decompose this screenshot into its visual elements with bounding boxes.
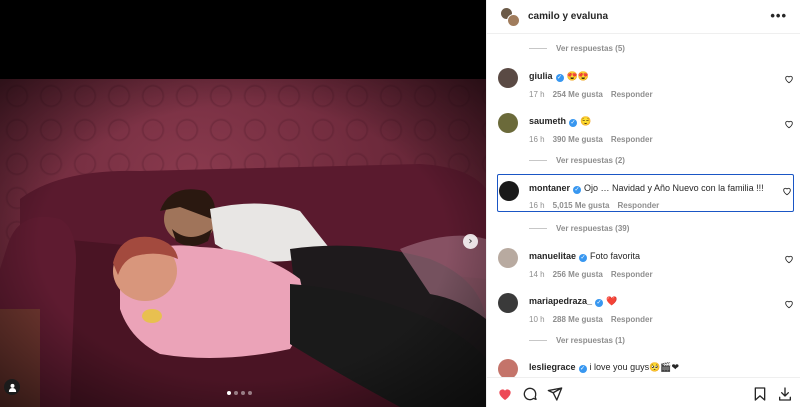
comment-text: Foto favorita <box>590 251 641 261</box>
comments-list: Ver respuestas (5) giulia ✓ 😍😍 17 h 254 Me … <box>487 35 800 377</box>
comment-username[interactable]: giulia <box>529 71 553 81</box>
comment-time: 10 h <box>529 315 545 324</box>
comment-text: 😌 <box>580 116 592 126</box>
comment-text: 😍😍 <box>566 71 589 81</box>
view-replies-label[interactable]: Ver respuestas (1) <box>556 336 625 345</box>
post-photo[interactable] <box>0 79 486 407</box>
reply-button[interactable]: Responder <box>618 201 660 210</box>
comment-item: mariapedraza_ ✓ ❤️ 10 h 288 Me gusta Respond… <box>498 293 794 327</box>
comment-username[interactable]: montaner <box>529 183 570 193</box>
avatar[interactable] <box>498 68 518 88</box>
comment-likes[interactable]: 288 Me gusta <box>553 315 603 324</box>
verified-icon: ✓ <box>569 119 578 127</box>
verified-icon: ✓ <box>573 186 582 194</box>
comment-username[interactable]: mariapedraza_ <box>529 296 592 306</box>
comment-item-highlighted: montaner ✓ Ojo … Navidad y Año Nuevo con l… <box>497 174 794 212</box>
comment-time: 17 h <box>529 90 545 99</box>
avatar[interactable] <box>498 359 518 377</box>
view-replies-button[interactable]: Ver respuestas (1) <box>529 336 625 345</box>
comment-likes[interactable]: 5,015 Me gusta <box>553 201 610 210</box>
comment-item: saumeth ✓ 😌 16 h 390 Me gusta Responder <box>498 113 794 147</box>
avatar[interactable] <box>498 293 518 313</box>
view-replies-button[interactable]: Ver respuestas (5) <box>529 44 625 53</box>
download-icon[interactable] <box>777 386 793 402</box>
comment-time: 14 h <box>529 270 545 279</box>
heart-outline-icon[interactable] <box>784 254 794 264</box>
comment-likes[interactable]: 390 Me gusta <box>553 135 603 144</box>
comment-text: ❤️ <box>606 296 618 306</box>
comment-time: 16 h <box>529 135 545 144</box>
post-header: camilo y evaluna ••• <box>487 0 800 34</box>
view-replies-button[interactable]: Ver respuestas (39) <box>529 224 629 233</box>
comment-text: Ojo … Navidad y Año Nuevo con la familia… <box>584 183 764 193</box>
author-avatar[interactable] <box>500 6 520 27</box>
verified-icon: ✓ <box>579 254 588 262</box>
carousel-dot <box>248 391 252 395</box>
carousel-dot <box>234 391 238 395</box>
comment-bubble-icon[interactable] <box>522 386 538 402</box>
action-bar <box>487 377 800 407</box>
comment-item: manuelitae ✓ Foto favorita 14 h 256 Me gust… <box>498 248 794 282</box>
heart-outline-icon[interactable] <box>784 74 794 84</box>
carousel-dots <box>227 391 252 395</box>
verified-icon: ✓ <box>555 74 564 82</box>
reply-button[interactable]: Responder <box>611 135 653 144</box>
comment-text: i love you guys🥺🎬❤ <box>589 362 680 372</box>
reply-button[interactable]: Responder <box>611 90 653 99</box>
comment-likes[interactable]: 254 Me gusta <box>553 90 603 99</box>
comment-username[interactable]: manuelitae <box>529 251 576 261</box>
comment-time: 16 h <box>529 201 545 210</box>
comment-username[interactable]: saumeth <box>529 116 566 126</box>
heart-filled-icon[interactable] <box>497 386 513 402</box>
chevron-right-icon: › <box>468 236 473 247</box>
carousel-dot-active <box>227 391 231 395</box>
tagged-users-button[interactable] <box>4 379 20 395</box>
heart-outline-icon[interactable] <box>784 119 794 129</box>
verified-icon: ✓ <box>595 299 604 307</box>
reply-button[interactable]: Responder <box>611 315 653 324</box>
next-image-button[interactable]: › <box>463 234 478 249</box>
heart-outline-icon[interactable] <box>782 186 792 196</box>
avatar[interactable] <box>498 113 518 133</box>
carousel-dot <box>241 391 245 395</box>
comment-item: giulia ✓ 😍😍 17 h 254 Me gusta Responder <box>498 68 794 102</box>
ellipsis-icon[interactable]: ••• <box>770 8 787 23</box>
user-tag-icon <box>8 383 16 392</box>
bookmark-icon[interactable] <box>752 386 768 402</box>
view-replies-label[interactable]: Ver respuestas (39) <box>556 224 629 233</box>
paper-plane-icon[interactable] <box>547 386 563 402</box>
reply-button[interactable]: Responder <box>611 270 653 279</box>
view-replies-label[interactable]: Ver respuestas (5) <box>556 44 625 53</box>
view-replies-button[interactable]: Ver respuestas (2) <box>529 156 625 165</box>
comment-likes[interactable]: 256 Me gusta <box>553 270 603 279</box>
avatar[interactable] <box>499 181 519 201</box>
author-username[interactable]: camilo y evaluna <box>528 11 608 22</box>
view-replies-label[interactable]: Ver respuestas (2) <box>556 156 625 165</box>
post-media: › <box>0 0 486 407</box>
avatar[interactable] <box>498 248 518 268</box>
comments-panel: camilo y evaluna ••• Ver respuestas (5) … <box>486 0 800 407</box>
comment-username[interactable]: lesliegrace <box>529 362 576 372</box>
heart-outline-icon[interactable] <box>784 299 794 309</box>
comment-item: lesliegrace ✓ i love you guys🥺🎬❤ <box>498 359 794 377</box>
photo-scene <box>0 79 486 407</box>
verified-icon: ✓ <box>578 365 587 373</box>
